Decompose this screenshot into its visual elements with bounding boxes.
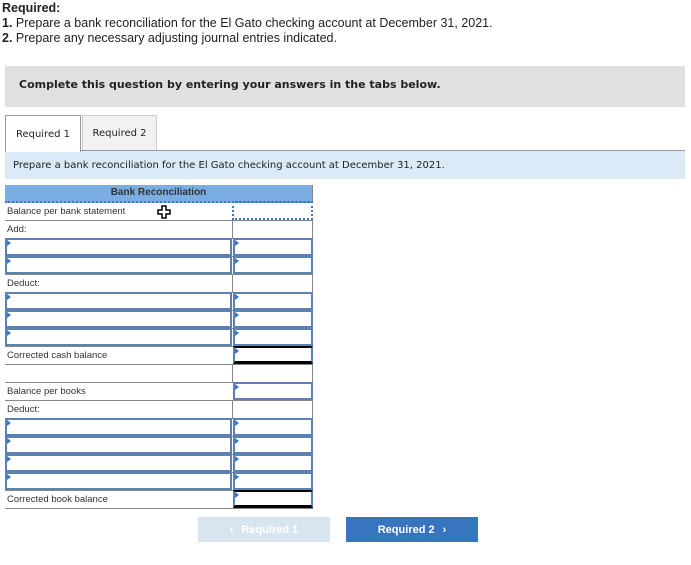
amount-input[interactable]: [233, 436, 313, 454]
description-select[interactable]: [5, 418, 232, 436]
row-label: Balance per books: [7, 386, 86, 397]
row-label: [5, 365, 232, 382]
dropdown-flag-icon: [235, 420, 239, 426]
description-select[interactable]: [5, 310, 232, 328]
amount-input-balance-per-books[interactable]: [233, 382, 313, 400]
chevron-right-icon: ›: [442, 523, 447, 536]
next-button-required-2[interactable]: Required 2 ›: [346, 517, 478, 542]
dropdown-flag-icon: [7, 240, 11, 246]
prev-button-label: Required 1: [241, 523, 299, 536]
dropdown-flag-icon: [235, 312, 239, 318]
move-cursor-icon: [157, 205, 171, 219]
amount-input[interactable]: [233, 418, 313, 436]
row-deduct-label: Deduct:: [5, 275, 313, 293]
amount-cell-empty: [232, 275, 313, 292]
amount-input-corrected-cash[interactable]: [233, 346, 313, 364]
requirement-item-1: 1. Prepare a bank reconciliation for the…: [2, 16, 493, 31]
dropdown-flag-icon: [235, 438, 239, 444]
dropdown-flag-icon: [235, 456, 239, 462]
row-balance-per-books: Balance per books: [5, 382, 313, 401]
tab-required-1[interactable]: Required 1: [5, 115, 81, 152]
dropdown-flag-icon: [7, 294, 11, 300]
tab-required-2[interactable]: Required 2: [82, 115, 157, 151]
amount-cell-empty: [232, 365, 313, 382]
requirement-text: Prepare any necessary adjusting journal …: [15, 31, 337, 45]
description-select[interactable]: [5, 328, 232, 346]
requirement-number: 2.: [2, 31, 13, 45]
description-select[interactable]: [5, 256, 232, 274]
requirement-text: Prepare a bank reconciliation for the El…: [15, 16, 493, 30]
row-deduct-input: [5, 310, 313, 329]
dropdown-flag-icon: [7, 312, 11, 318]
row-add-label: Add:: [5, 221, 313, 239]
row-label: Corrected book balance: [7, 494, 108, 505]
row-deduct-input: [5, 292, 313, 311]
amount-input[interactable]: [233, 238, 313, 256]
dropdown-flag-icon: [7, 330, 11, 336]
row-corrected-book-balance: Corrected book balance: [5, 490, 313, 509]
amount-input-corrected-book[interactable]: [233, 490, 313, 508]
amount-input[interactable]: [233, 454, 313, 472]
prompt-text: Prepare a bank reconciliation for the El…: [13, 160, 445, 171]
dropdown-flag-icon: [7, 474, 11, 480]
dropdown-flag-icon: [7, 438, 11, 444]
description-select[interactable]: [5, 454, 232, 472]
amount-cell-empty: [232, 221, 313, 238]
amount-input[interactable]: [233, 256, 313, 274]
row-add-input: [5, 238, 313, 257]
dropdown-flag-icon: [235, 348, 239, 354]
requirement-number: 1.: [2, 16, 13, 30]
row-label: Balance per bank statement: [7, 206, 126, 217]
row-book-deduct-input: [5, 472, 313, 491]
dropdown-flag-icon: [235, 294, 239, 300]
next-button-label: Required 2: [377, 523, 435, 536]
row-deduct-input: [5, 328, 313, 347]
amount-cell-empty: [232, 401, 313, 418]
row-book-deduct-input: [5, 436, 313, 455]
dropdown-flag-icon: [235, 240, 239, 246]
dropdown-flag-icon: [235, 492, 239, 498]
requirement-item-2: 2. Prepare any necessary adjusting journ…: [2, 31, 493, 46]
row-label: Deduct:: [7, 404, 40, 415]
amount-input[interactable]: [233, 328, 313, 346]
description-select[interactable]: [5, 292, 232, 310]
dropdown-flag-icon: [235, 330, 239, 336]
dropdown-flag-icon: [7, 456, 11, 462]
amount-input[interactable]: [233, 292, 313, 310]
instruction-text: Complete this question by entering your …: [19, 78, 441, 91]
dropdown-flag-icon: [235, 258, 239, 264]
bank-reconciliation-table: Bank Reconciliation Balance per bank sta…: [5, 185, 313, 509]
dropdown-flag-icon: [7, 420, 11, 426]
dropdown-flag-icon: [235, 384, 239, 390]
description-select[interactable]: [5, 238, 232, 256]
prompt-bar: Prepare a bank reconciliation for the El…: [5, 151, 685, 179]
row-label: Deduct:: [7, 278, 40, 289]
requirements-title: Required:: [2, 1, 61, 15]
instruction-box: Complete this question by entering your …: [5, 66, 685, 107]
row-corrected-cash-balance: Corrected cash balance: [5, 346, 313, 365]
row-book-deduct-input: [5, 454, 313, 473]
prev-button-required-1[interactable]: ‹ Required 1: [198, 517, 330, 542]
chevron-left-icon: ‹: [229, 523, 234, 536]
row-add-input: [5, 256, 313, 275]
row-label: Add:: [7, 224, 27, 235]
row-label: Corrected cash balance: [7, 350, 108, 361]
description-select[interactable]: [5, 436, 232, 454]
row-deduct-label: Deduct:: [5, 401, 313, 419]
dropdown-flag-icon: [7, 258, 11, 264]
amount-input[interactable]: [233, 310, 313, 328]
row-blank: [5, 365, 313, 383]
dropdown-flag-icon: [235, 474, 239, 480]
amount-input-balance-per-bank[interactable]: [232, 201, 313, 220]
amount-input[interactable]: [233, 472, 313, 490]
requirements: Required: 1. Prepare a bank reconciliati…: [2, 1, 493, 46]
description-select[interactable]: [5, 472, 232, 490]
row-book-deduct-input: [5, 418, 313, 437]
